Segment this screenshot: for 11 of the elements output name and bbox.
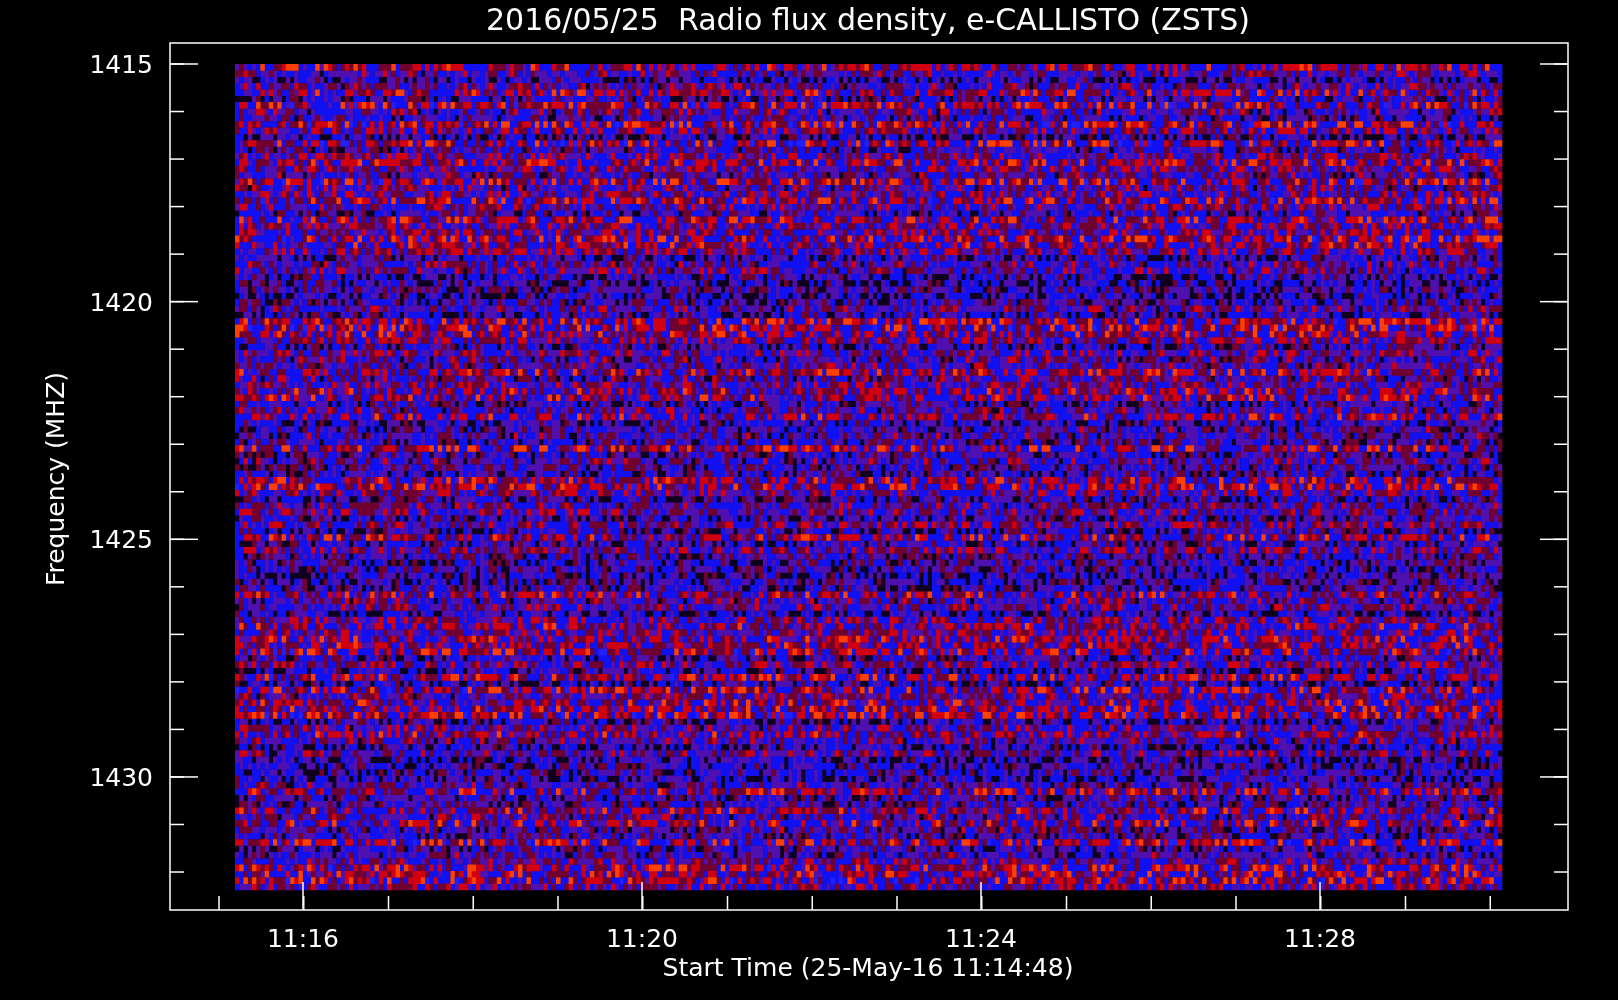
y-tick-label: 1415 bbox=[89, 50, 153, 79]
x-tick-label: 11:20 bbox=[606, 924, 678, 953]
y-tick-label: 1425 bbox=[89, 525, 153, 555]
y-tick-label: 1420 bbox=[89, 287, 153, 317]
plot-title: 2016/05/25 Radio flux density, e-CALLISTO (ZSTS) bbox=[486, 2, 1250, 37]
x-tick-label: 11:16 bbox=[267, 924, 339, 953]
y-axis-label: Frequency (MHZ) bbox=[41, 371, 70, 587]
x-axis-label: Start Time (25-May-16 11:14:48) bbox=[662, 953, 1074, 982]
x-tick-label: 11:24 bbox=[945, 924, 1017, 953]
y-tick-label: 1430 bbox=[89, 762, 153, 792]
x-tick-label: 11:28 bbox=[1284, 924, 1356, 953]
